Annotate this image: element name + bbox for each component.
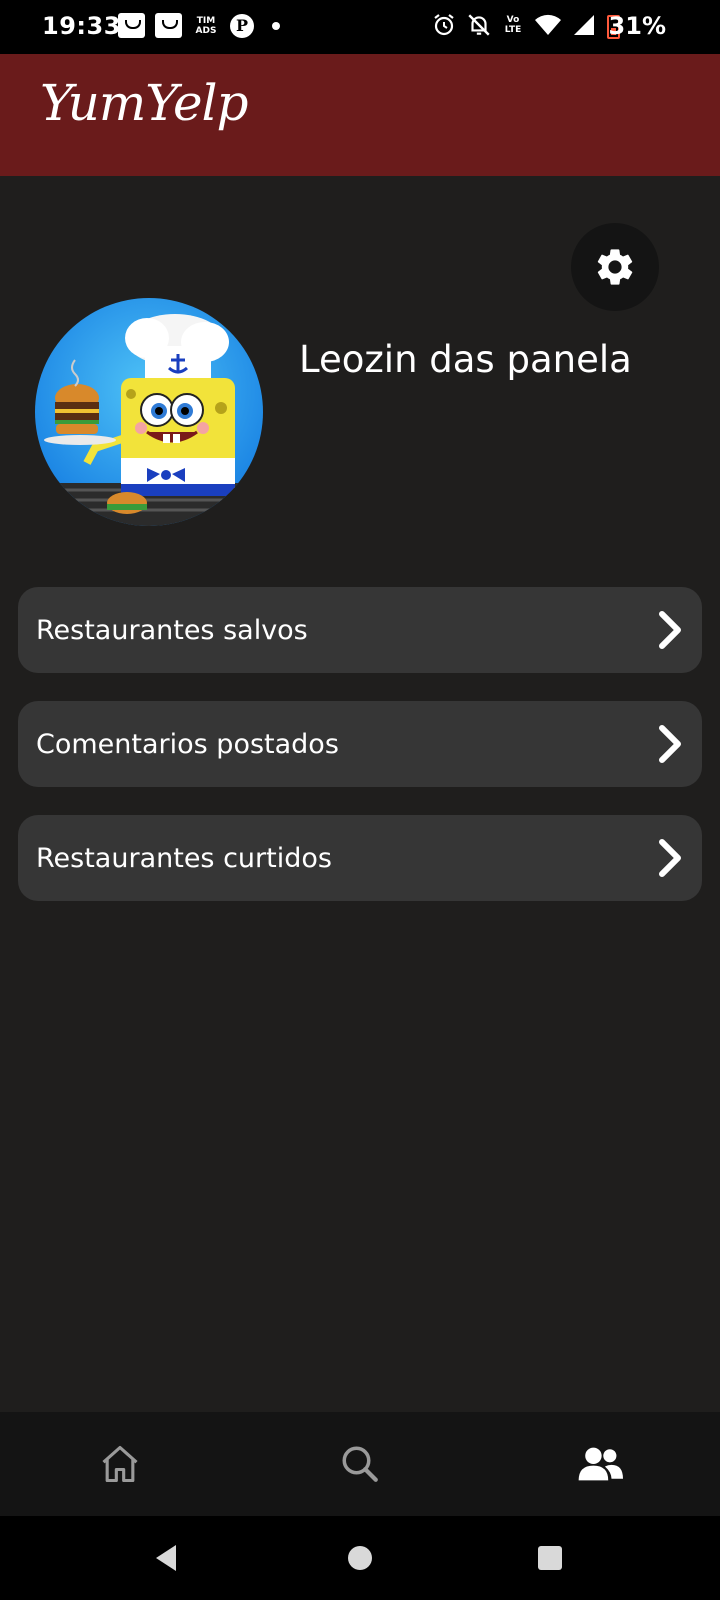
avatar[interactable]: [35, 298, 263, 526]
settings-button[interactable]: [571, 223, 659, 311]
chevron-right-icon: [659, 611, 681, 649]
status-time: 19:33: [42, 12, 121, 40]
menu-item-liked-restaurants[interactable]: Restaurantes curtidos: [18, 815, 702, 901]
back-icon: [156, 1545, 176, 1571]
nav-home[interactable]: [96, 1440, 144, 1488]
home-icon: [102, 1445, 138, 1483]
app-logo: YumYelp: [40, 74, 249, 132]
system-recents-button[interactable]: [532, 1540, 568, 1576]
shopping-bag-icon: [118, 13, 145, 38]
system-back-button[interactable]: [148, 1540, 184, 1576]
menu-item-label: Restaurantes curtidos: [36, 842, 332, 874]
alarm-icon: [434, 14, 454, 36]
system-home-button[interactable]: [342, 1540, 378, 1576]
app-header: YumYelp: [0, 54, 720, 176]
menu-item-label: Comentarios postados: [36, 728, 339, 760]
shopping-bag-icon: [155, 13, 182, 38]
search-icon: [342, 1446, 378, 1482]
profile-name: Leozin das panela: [299, 338, 632, 381]
system-status-icons: Vo LTE: [432, 12, 596, 38]
signal-icon: [574, 15, 594, 35]
chevron-right-icon: [659, 839, 681, 877]
notification-dot-icon: [272, 21, 280, 30]
nav-profile[interactable]: [576, 1440, 624, 1488]
battery-percent: 31%: [608, 12, 666, 40]
system-navigation-bar: [0, 1516, 720, 1600]
mute-bell-icon: [468, 14, 490, 36]
status-bar: 19:33 TIM ADS P Vo LTE 31%: [0, 0, 720, 54]
nav-search[interactable]: [336, 1440, 384, 1488]
tim-ads-icon: TIM ADS: [195, 15, 217, 36]
bottom-navigation: [0, 1412, 720, 1516]
wifi-icon: [535, 14, 561, 35]
users-icon: [578, 1447, 623, 1481]
menu-item-posted-comments[interactable]: Comentarios postados: [18, 701, 702, 787]
gear-icon: [597, 249, 633, 285]
chevron-right-icon: [659, 725, 681, 763]
recents-icon: [538, 1546, 562, 1570]
notification-icons: TIM ADS P: [118, 13, 280, 38]
menu-item-label: Restaurantes salvos: [36, 614, 308, 646]
volte-icon: Vo LTE: [504, 15, 522, 35]
pinterest-icon: P: [230, 13, 254, 38]
menu-item-saved-restaurants[interactable]: Restaurantes salvos: [18, 587, 702, 673]
home-circle-icon: [348, 1546, 372, 1570]
chef-sponge-avatar: [44, 314, 255, 526]
